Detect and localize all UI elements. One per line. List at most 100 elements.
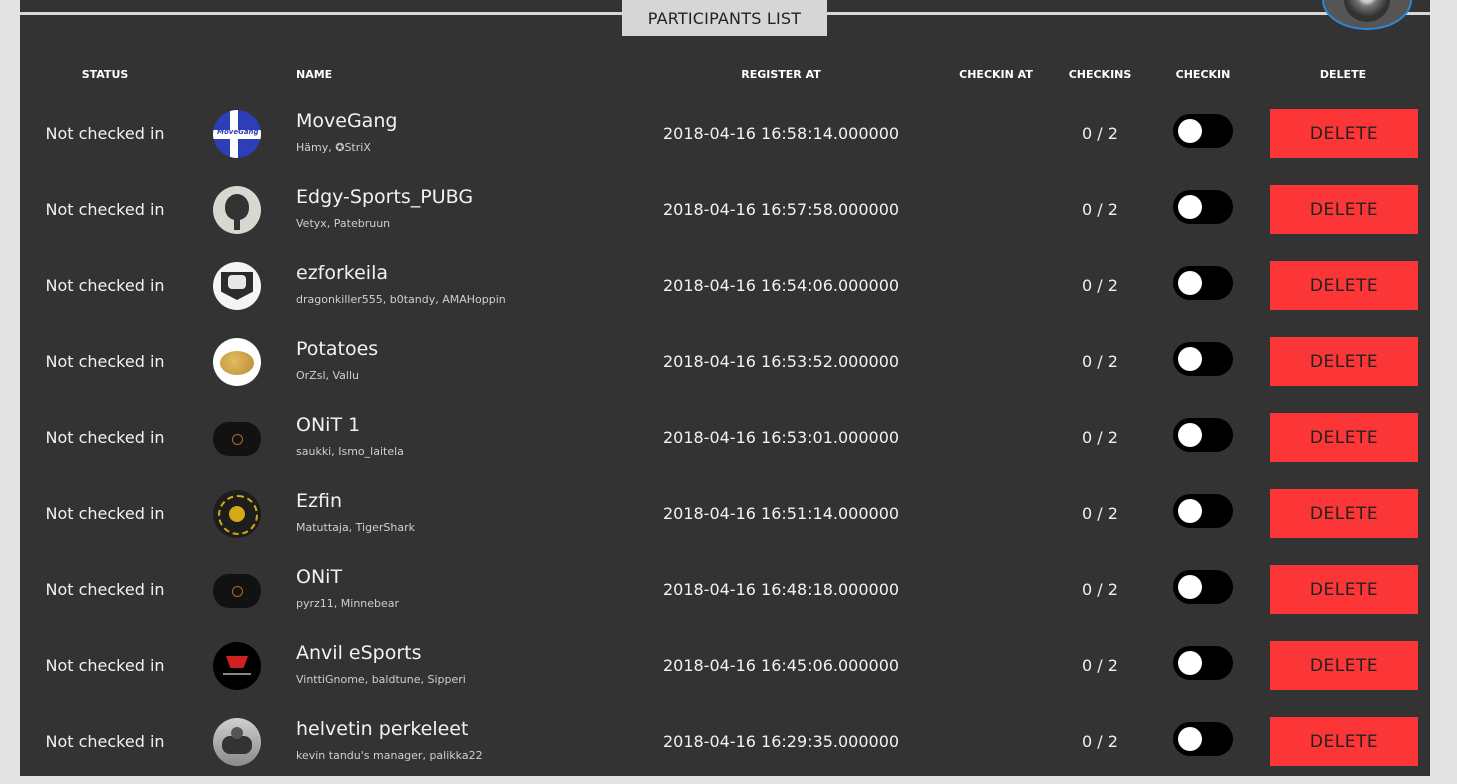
team-members: pyrz11, Minnebear (296, 597, 400, 610)
team-name[interactable]: Anvil eSports (296, 642, 421, 664)
checkins-count: 0 / 2 (1082, 580, 1118, 599)
team-logo (213, 186, 261, 234)
checkins-count: 0 / 2 (1082, 200, 1118, 219)
team-members: Matuttaja, TigerShark (296, 521, 415, 534)
register-time: 2018-04-16 16:45:06.000000 (662, 656, 900, 675)
team-logo (213, 718, 261, 766)
register-time: 2018-04-16 16:54:06.000000 (662, 276, 900, 295)
delete-button[interactable]: DELETE (1270, 413, 1418, 462)
team-name[interactable]: MoveGang (296, 110, 397, 132)
register-time: 2018-04-16 16:53:52.000000 (662, 352, 900, 371)
register-time: 2018-04-16 16:58:14.000000 (662, 124, 900, 143)
delete-button[interactable]: DELETE (1270, 489, 1418, 538)
column-header-register-at: REGISTER AT (741, 68, 821, 81)
checkin-toggle[interactable] (1173, 114, 1233, 148)
checkins-count: 0 / 2 (1082, 124, 1118, 143)
table-row: Not checked in ezforkeila dragonkiller555,… (20, 252, 1430, 328)
checkin-toggle[interactable] (1173, 190, 1233, 224)
status-text: Not checked in (45, 656, 165, 675)
table-row: Not checked in Potatoes OrZsl, Vallu 2018-0… (20, 328, 1430, 404)
toggle-knob (1178, 119, 1202, 143)
delete-button[interactable]: DELETE (1270, 109, 1418, 158)
table-row: Not checked in ONiT pyrz11, Minnebear 2018-… (20, 556, 1430, 632)
team-name[interactable]: Ezfin (296, 490, 342, 512)
toggle-knob (1178, 651, 1202, 675)
delete-button[interactable]: DELETE (1270, 185, 1418, 234)
register-time: 2018-04-16 16:51:14.000000 (662, 504, 900, 523)
toggle-knob (1178, 727, 1202, 751)
delete-button[interactable]: DELETE (1270, 261, 1418, 310)
team-logo (213, 338, 261, 386)
status-text: Not checked in (45, 276, 165, 295)
team-name[interactable]: Edgy-Sports_PUBG (296, 186, 473, 208)
column-header-checkins: CHECKINS (1068, 68, 1132, 81)
team-members: OrZsl, Vallu (296, 369, 359, 382)
checkins-count: 0 / 2 (1082, 732, 1118, 751)
toggle-knob (1178, 575, 1202, 599)
team-logo: MoveGang (213, 110, 261, 158)
checkins-count: 0 / 2 (1082, 352, 1118, 371)
checkins-count: 0 / 2 (1082, 504, 1118, 523)
register-time: 2018-04-16 16:48:18.000000 (662, 580, 900, 599)
checkin-toggle[interactable] (1173, 418, 1233, 452)
delete-button[interactable]: DELETE (1270, 641, 1418, 690)
checkin-toggle[interactable] (1173, 342, 1233, 376)
delete-button[interactable]: DELETE (1270, 717, 1418, 766)
status-text: Not checked in (45, 580, 165, 599)
column-header-checkin-at: CHECKIN AT (959, 68, 1033, 81)
checkin-toggle[interactable] (1173, 646, 1233, 680)
toggle-knob (1178, 195, 1202, 219)
team-logo-text: MoveGang (217, 128, 259, 136)
team-name[interactable]: ONiT (296, 566, 342, 588)
checkin-toggle[interactable] (1173, 570, 1233, 604)
team-members: kevin tandu's manager, palikka22 (296, 749, 483, 762)
team-name[interactable]: Potatoes (296, 338, 378, 360)
page-title: PARTICIPANTS LIST (622, 0, 827, 36)
status-text: Not checked in (45, 504, 165, 523)
avatar-image (1344, 0, 1390, 22)
table-row: Not checked in Ezfin Matuttaja, TigerShark… (20, 480, 1430, 556)
team-logo (213, 642, 261, 690)
checkins-count: 0 / 2 (1082, 428, 1118, 447)
toggle-knob (1178, 271, 1202, 295)
status-text: Not checked in (45, 428, 165, 447)
register-time: 2018-04-16 16:57:58.000000 (662, 200, 900, 219)
table-row: Not checked in Edgy-Sports_PUBG Vetyx, Pat… (20, 176, 1430, 252)
team-members: Hämy, ✪StriX (296, 141, 371, 154)
team-members: dragonkiller555, b0tandy, AMAHoppin (296, 293, 506, 306)
column-header-name: NAME (296, 68, 333, 81)
delete-button[interactable]: DELETE (1270, 565, 1418, 614)
status-text: Not checked in (45, 732, 165, 751)
toggle-knob (1178, 499, 1202, 523)
team-logo (213, 414, 261, 462)
team-members: Vetyx, Patebruun (296, 217, 391, 230)
team-name[interactable]: ezforkeila (296, 262, 388, 284)
team-logo (213, 566, 261, 614)
table-row: Not checked in MoveGang MoveGang Hämy, ✪Str… (20, 100, 1430, 176)
checkin-toggle[interactable] (1173, 722, 1233, 756)
team-logo (213, 262, 261, 310)
checkins-count: 0 / 2 (1082, 276, 1118, 295)
table-row: Not checked in ONiT 1 saukki, Ismo_laitela… (20, 404, 1430, 480)
column-header-checkin: CHECKIN (1175, 68, 1231, 81)
team-members: saukki, Ismo_laitela (296, 445, 404, 458)
team-members: VinttiGnome, baldtune, Sipperi (296, 673, 466, 686)
register-time: 2018-04-16 16:29:35.000000 (662, 732, 900, 751)
checkins-count: 0 / 2 (1082, 656, 1118, 675)
checkin-toggle[interactable] (1173, 266, 1233, 300)
team-name[interactable]: ONiT 1 (296, 414, 360, 436)
column-header-delete: DELETE (1319, 68, 1367, 81)
column-header-status: STATUS (81, 68, 129, 81)
register-time: 2018-04-16 16:53:01.000000 (662, 428, 900, 447)
table-row: Not checked in Anvil eSports VinttiGnome, … (20, 632, 1430, 708)
status-text: Not checked in (45, 200, 165, 219)
team-name[interactable]: helvetin perkeleet (296, 718, 468, 740)
team-logo (213, 490, 261, 538)
status-text: Not checked in (45, 352, 165, 371)
table-row: Not checked in helvetin perkeleet kevin ta… (20, 708, 1430, 784)
delete-button[interactable]: DELETE (1270, 337, 1418, 386)
checkin-toggle[interactable] (1173, 494, 1233, 528)
toggle-knob (1178, 423, 1202, 447)
toggle-knob (1178, 347, 1202, 371)
status-text: Not checked in (45, 124, 165, 143)
